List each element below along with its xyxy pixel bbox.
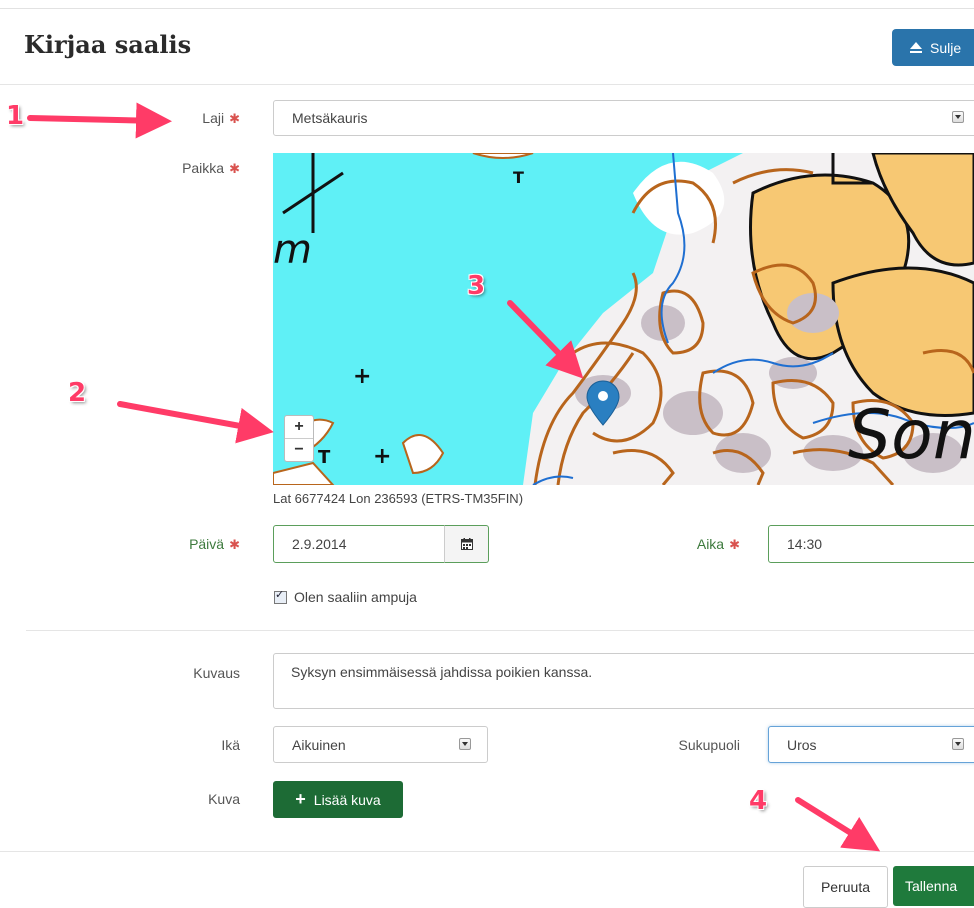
date-label: Päivä ✱ xyxy=(189,536,240,552)
time-value: 14:30 xyxy=(787,536,823,552)
annotation-number-3: 3 xyxy=(467,271,486,301)
place-label: Paikka ✱ xyxy=(182,160,240,176)
svg-text:T: T xyxy=(513,168,524,187)
required-icon: ✱ xyxy=(229,161,240,176)
annotation-number-2: 2 xyxy=(68,378,87,408)
add-image-button-label: Lisää kuva xyxy=(313,791,381,808)
age-value: Aikuinen xyxy=(292,736,346,753)
required-icon: ✱ xyxy=(729,537,740,552)
dropdown-arrow-icon[interactable] xyxy=(952,737,964,750)
svg-text:T: T xyxy=(318,447,331,468)
close-button[interactable]: Sulje xyxy=(892,29,974,66)
shooter-checkbox[interactable] xyxy=(274,588,287,604)
gender-label: Sukupuoli xyxy=(678,737,741,753)
plus-icon: + xyxy=(295,789,306,809)
footer-divider xyxy=(0,851,974,852)
required-icon: ✱ xyxy=(229,111,240,126)
date-input[interactable]: 2.9.2014 xyxy=(273,525,445,563)
zoom-in-button[interactable]: + xyxy=(285,416,313,438)
map-coordinates: Lat 6677424 Lon 236593 (ETRS-TM35FIN) xyxy=(273,491,524,506)
save-button[interactable]: Tallenna xyxy=(893,866,974,906)
top-divider xyxy=(0,8,974,9)
species-label: Laji ✱ xyxy=(202,110,240,126)
calendar-button[interactable] xyxy=(444,525,489,563)
close-button-label: Sulje xyxy=(930,39,962,56)
species-value: Metsäkauris xyxy=(292,110,368,126)
gender-value: Uros xyxy=(787,736,817,753)
species-select[interactable]: Metsäkauris xyxy=(273,100,974,136)
description-textarea[interactable]: Syksyn ensimmäisessä jahdissa poikien ka… xyxy=(273,653,974,709)
arrow-2 xyxy=(117,401,274,444)
add-image-button[interactable]: + Lisää kuva xyxy=(273,781,403,818)
annotation-number-1: 1 xyxy=(6,101,25,131)
image-label: Kuva xyxy=(208,791,240,807)
gender-select[interactable]: Uros xyxy=(768,726,974,763)
age-select[interactable]: Aikuinen xyxy=(273,726,488,763)
svg-text:+: + xyxy=(373,444,391,469)
arrow-4 xyxy=(795,797,881,852)
description-label: Kuvaus xyxy=(193,665,240,681)
date-value: 2.9.2014 xyxy=(292,536,347,552)
map-label-m: m xyxy=(273,227,312,273)
dropdown-arrow-icon[interactable] xyxy=(952,111,964,123)
map-zoom-control: + − xyxy=(284,415,314,462)
svg-text:+: + xyxy=(353,364,371,389)
modal-title: Kirjaa saalis xyxy=(24,30,192,59)
map-label-son: Son xyxy=(848,396,974,475)
dropdown-arrow-icon[interactable] xyxy=(459,737,471,750)
time-label: Aika ✱ xyxy=(696,536,740,552)
age-label: Ikä xyxy=(221,737,240,753)
calendar-icon xyxy=(460,538,473,550)
shooter-checkbox-row[interactable]: Olen saaliin ampuja xyxy=(274,588,417,605)
shooter-checkbox-label: Olen saaliin ampuja xyxy=(294,589,417,605)
map-canvas: T + + T m Son xyxy=(273,153,974,485)
header-divider xyxy=(0,84,974,85)
time-input[interactable]: 14:30 xyxy=(768,525,974,563)
location-map[interactable]: T + + T m Son xyxy=(273,153,974,485)
section-divider xyxy=(26,630,974,631)
eject-icon xyxy=(910,41,922,54)
required-icon: ✱ xyxy=(229,537,240,552)
annotation-number-4: 4 xyxy=(749,786,768,816)
zoom-out-button[interactable]: − xyxy=(285,438,313,461)
